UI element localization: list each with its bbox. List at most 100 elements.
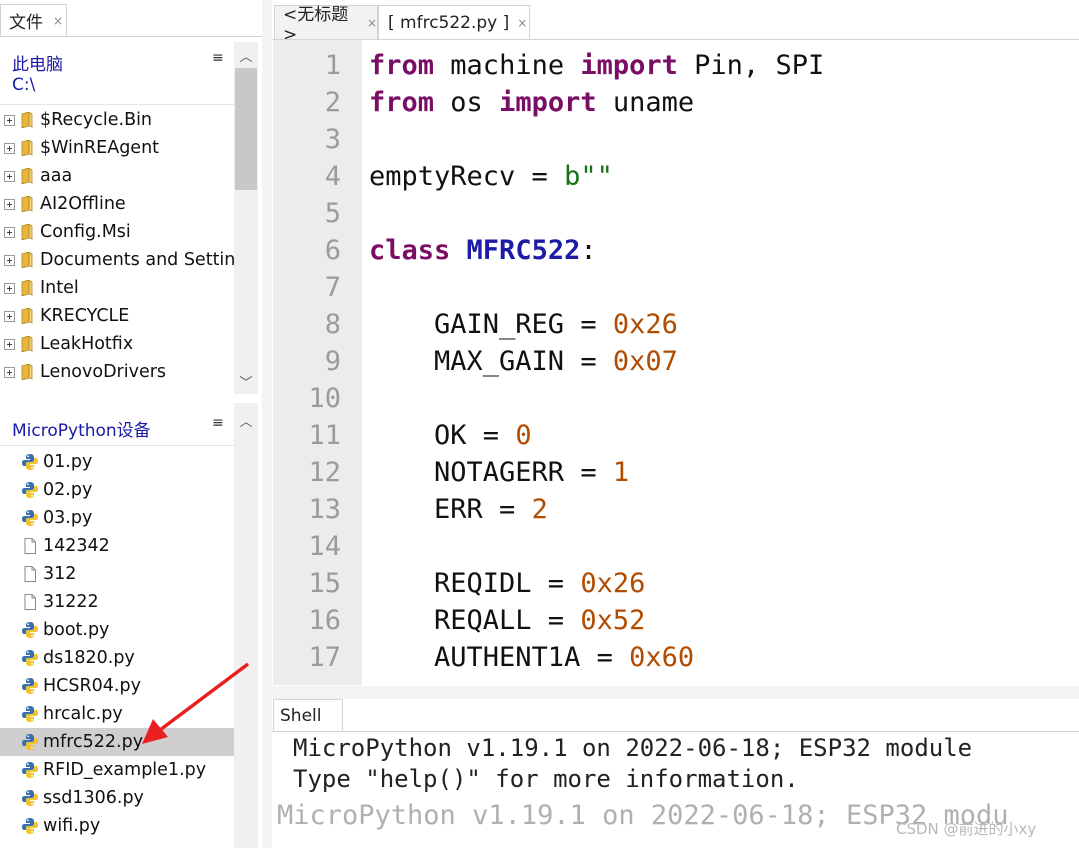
panel-menu-icon[interactable]: ≡ xyxy=(212,415,224,431)
code-token: MFRC522 xyxy=(466,235,581,266)
close-icon[interactable]: × xyxy=(367,16,377,30)
code-token: b"" xyxy=(564,161,613,192)
line-number: 14 xyxy=(308,531,341,562)
line-number: 4 xyxy=(324,161,341,192)
folder-icon xyxy=(21,112,40,128)
scrollbar-thumb[interactable] xyxy=(235,68,257,190)
expand-icon[interactable] xyxy=(4,338,15,350)
expand-icon[interactable] xyxy=(4,114,15,126)
folder-item[interactable]: Config.Msi xyxy=(0,218,234,246)
scroll-up-icon[interactable]: ︿ xyxy=(234,411,258,430)
code-token: Pin, SPI xyxy=(694,50,825,81)
folder-item[interactable]: $Recycle.Bin xyxy=(0,106,234,134)
code-line[interactable]: REQALL = 0x52 xyxy=(369,602,645,639)
splitter[interactable] xyxy=(262,0,272,848)
folder-item[interactable]: aaa xyxy=(0,162,234,190)
line-number: 1 xyxy=(324,50,341,81)
code-line[interactable]: from os import uname xyxy=(369,84,694,121)
close-icon[interactable]: × xyxy=(517,16,527,30)
device-file-item[interactable]: wifi.py xyxy=(0,812,234,840)
folder-item[interactable]: LeakHotfix xyxy=(0,330,234,358)
line-number: 7 xyxy=(324,272,341,303)
folder-item[interactable]: $WinREAgent xyxy=(0,134,234,162)
folder-icon xyxy=(21,364,40,380)
folder-item[interactable]: LenovoDrivers xyxy=(0,358,234,386)
device-file-item[interactable]: 02.py xyxy=(0,476,234,504)
device-file-item[interactable]: boot.py xyxy=(0,616,234,644)
watermark: CSDN @前进的小xy xyxy=(896,820,1037,838)
scroll-up-icon[interactable]: ︿ xyxy=(234,46,258,65)
file-name: 02.py xyxy=(43,480,93,500)
code-token: 0 xyxy=(515,420,532,451)
device-file-item[interactable]: 142342 xyxy=(0,532,234,560)
folder-icon xyxy=(21,168,40,184)
code-line[interactable]: MAX_GAIN = 0x07 xyxy=(369,343,678,380)
tab-shell[interactable]: Shell xyxy=(273,699,343,731)
scrollbar[interactable]: ︿ ﹀ xyxy=(234,42,258,394)
folder-icon xyxy=(21,224,40,240)
folder-name: $WinREAgent xyxy=(40,138,160,158)
tab-mfrc522[interactable]: [ mfrc522.py ] × xyxy=(378,5,530,39)
files-tab-label: 文件 xyxy=(9,13,43,33)
line-number: 6 xyxy=(324,235,341,266)
tab-label: Shell xyxy=(280,705,322,726)
code-token: NOTAGERR = xyxy=(369,457,613,488)
code-token: 0x26 xyxy=(580,568,646,599)
panel-menu-icon[interactable]: ≡ xyxy=(212,50,224,66)
python-file-icon xyxy=(21,677,39,695)
code-token: os xyxy=(450,87,483,118)
code-line[interactable]: NOTAGERR = 1 xyxy=(369,454,629,491)
code-line[interactable]: AUTHENT1A = 0x60 xyxy=(369,639,694,676)
device-file-item[interactable]: 31222 xyxy=(0,588,234,616)
expand-icon[interactable] xyxy=(4,198,15,210)
folder-item[interactable]: AI2Offline xyxy=(0,190,234,218)
line-number: 2 xyxy=(324,87,341,118)
folder-item[interactable]: Intel xyxy=(0,274,234,302)
device-file-item[interactable]: 01.py xyxy=(0,448,234,476)
folder-name: AI2Offline xyxy=(40,194,126,214)
python-file-icon xyxy=(21,509,39,527)
scrollbar[interactable]: ︿ xyxy=(234,403,258,848)
python-file-icon xyxy=(21,817,39,835)
code-token: import xyxy=(499,87,597,118)
folder-item[interactable]: Documents and Settin xyxy=(0,246,234,274)
tab-untitled[interactable]: <无标题> × xyxy=(274,5,378,45)
plain-file-icon xyxy=(21,537,39,555)
code-line[interactable]: emptyRecv = b"" xyxy=(369,158,613,195)
line-number: 15 xyxy=(308,568,341,599)
expand-icon[interactable] xyxy=(4,254,15,266)
device-file-item[interactable]: 312 xyxy=(0,560,234,588)
expand-icon[interactable] xyxy=(4,170,15,182)
file-name: 142342 xyxy=(43,536,110,556)
file-name: hrcalc.py xyxy=(43,704,123,724)
expand-icon[interactable] xyxy=(4,226,15,238)
code-token: REQALL = xyxy=(369,605,581,636)
code-line[interactable]: from machine import Pin, SPI xyxy=(369,47,824,84)
scroll-down-icon[interactable]: ﹀ xyxy=(234,372,258,391)
device-file-item[interactable]: ssd1306.py xyxy=(0,784,234,812)
code-line[interactable]: REQIDL = 0x26 xyxy=(369,565,645,602)
line-number: 17 xyxy=(308,642,341,673)
close-icon[interactable]: × xyxy=(53,14,63,28)
device-file-item[interactable]: 03.py xyxy=(0,504,234,532)
folder-name: Documents and Settin xyxy=(40,250,234,270)
line-number: 9 xyxy=(324,346,341,377)
expand-icon[interactable] xyxy=(4,142,15,154)
code-line[interactable]: OK = 0 xyxy=(369,417,532,454)
code-line[interactable]: GAIN_REG = 0x26 xyxy=(369,306,678,343)
code-line[interactable]: ERR = 2 xyxy=(369,491,548,528)
folder-item[interactable]: KRECYCLE xyxy=(0,302,234,330)
expand-icon[interactable] xyxy=(4,366,15,378)
computer-path[interactable]: C:\ xyxy=(12,75,35,95)
file-name: ssd1306.py xyxy=(43,788,144,808)
splitter[interactable] xyxy=(272,686,1079,699)
code-line[interactable]: class MFRC522: xyxy=(369,232,597,269)
files-tab[interactable]: 文件 × xyxy=(0,4,67,36)
expand-icon[interactable] xyxy=(4,310,15,322)
expand-icon[interactable] xyxy=(4,282,15,294)
folder-icon xyxy=(21,196,40,212)
folder-icon xyxy=(21,308,40,324)
code-token: machine xyxy=(450,50,565,81)
code-token: MAX_GAIN = xyxy=(369,346,613,377)
line-number: 16 xyxy=(308,605,341,636)
